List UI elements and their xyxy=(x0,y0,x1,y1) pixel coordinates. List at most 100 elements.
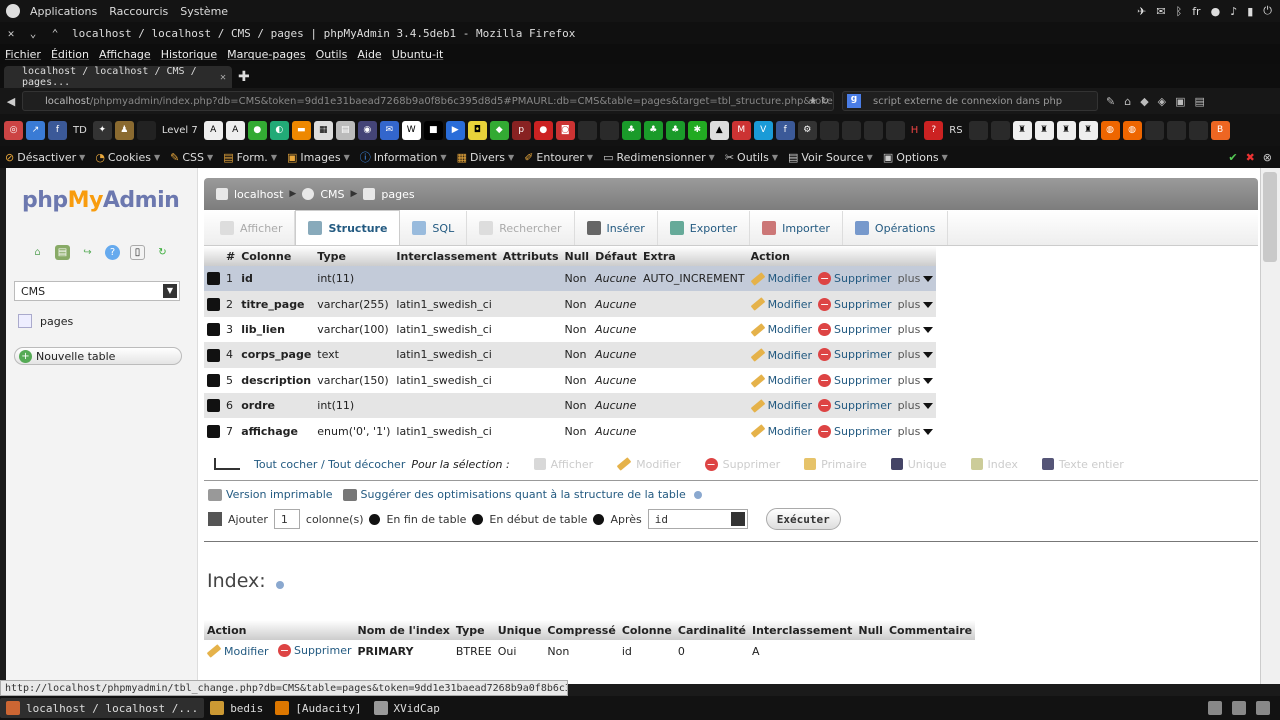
wd-images[interactable]: ▣ Images ▼ xyxy=(282,151,355,164)
table-link-pages[interactable]: pages xyxy=(18,314,73,328)
bookmark-h[interactable]: H xyxy=(908,125,922,136)
bookmark-icon[interactable] xyxy=(819,120,839,140)
tab-importer[interactable]: Importer xyxy=(750,211,843,245)
modify-link[interactable]: Modifier xyxy=(750,424,812,439)
microphone-icon[interactable]: ● xyxy=(1211,5,1221,18)
phpmyadmin-logo[interactable]: phpMyAdmin xyxy=(22,188,180,213)
help-icon[interactable] xyxy=(275,581,284,589)
breadcrumb-server[interactable]: localhost xyxy=(234,188,283,201)
wd-form[interactable]: ▤ Form. ▼ xyxy=(218,151,282,164)
chess-icon[interactable]: ♜ xyxy=(1034,120,1054,140)
execute-button[interactable]: Exécuter xyxy=(765,508,841,530)
more-dropdown[interactable]: plus xyxy=(898,323,934,336)
menu-applications[interactable]: Applications xyxy=(24,5,103,18)
bookmark-icon[interactable]: ● xyxy=(533,120,553,140)
radio-start-label[interactable]: En début de table xyxy=(489,513,587,526)
radio-end-of-table[interactable] xyxy=(369,513,381,525)
sel-texte-entier-button[interactable]: Texte entier xyxy=(1041,458,1124,471)
menu-outils[interactable]: Outils xyxy=(311,48,353,61)
menu-aide[interactable]: Aide xyxy=(352,48,386,61)
task-xvidcap[interactable]: XVidCap xyxy=(368,698,446,718)
highlighter-icon[interactable]: ✎ xyxy=(1106,95,1115,108)
wd-cookies[interactable]: ◔ Cookies ▼ xyxy=(90,151,165,164)
modify-link[interactable]: Modifier xyxy=(750,272,812,286)
menu-edition[interactable]: Édition xyxy=(46,48,94,61)
delete-link[interactable]: − Supprimer xyxy=(818,322,892,336)
row-checkbox[interactable] xyxy=(207,348,220,362)
wd-entourer[interactable]: ✐ Entourer ▼ xyxy=(519,151,598,164)
facebook-icon[interactable]: f xyxy=(48,120,67,140)
back-icon[interactable]: ◀ xyxy=(0,95,22,108)
network-icon[interactable]: ✈ xyxy=(1137,5,1146,18)
header-extra[interactable]: Extra xyxy=(639,246,748,266)
ubuntu-logo-icon[interactable] xyxy=(6,4,20,18)
wd-information[interactable]: ⓘ Information ▼ xyxy=(355,149,452,165)
addon3-icon[interactable]: ▣ xyxy=(1175,95,1185,108)
menu-systeme[interactable]: Système xyxy=(174,5,234,18)
maximize-icon[interactable]: ⌃ xyxy=(44,27,66,40)
menu-historique[interactable]: Historique xyxy=(156,48,222,61)
bookmark-icon[interactable] xyxy=(1166,120,1186,140)
bookmark-icon[interactable] xyxy=(968,120,988,140)
page-scrollbar-thumb[interactable] xyxy=(1263,172,1277,262)
clover-icon[interactable]: ♣ xyxy=(621,120,641,140)
help-icon[interactable] xyxy=(693,490,702,499)
exit-icon[interactable]: ↪ xyxy=(80,245,95,260)
bookmark-icon[interactable]: ◐ xyxy=(269,120,289,140)
table-row[interactable]: 4 corps_page text latin1_swedish_ci Non Aucun… xyxy=(204,342,937,368)
clover-icon[interactable]: ♣ xyxy=(665,120,685,140)
bookmark-icon[interactable]: ■ xyxy=(423,120,443,140)
wd-outils[interactable]: ✂ Outils ▼ xyxy=(720,151,783,164)
radio-after-label[interactable]: Après xyxy=(610,513,641,526)
new-tab-icon[interactable]: ✚ xyxy=(238,69,250,85)
tab-exporter[interactable]: Exporter xyxy=(658,211,751,245)
bookmark-icon[interactable]: ◆ xyxy=(489,120,509,140)
radio-end-label[interactable]: En fin de table xyxy=(386,513,466,526)
sel-primaire-button[interactable]: Primaire xyxy=(804,458,867,471)
bookmark-icon[interactable] xyxy=(1144,120,1164,140)
wd-voir-source[interactable]: ▤ Voir Source ▼ xyxy=(783,151,878,164)
bookmark-icon[interactable]: ♟ xyxy=(114,120,134,140)
bookmark-icon[interactable]: ◍ xyxy=(1100,120,1120,140)
table-row[interactable]: 1 id int(11) Non Aucune AUTO_INCREMENT Modifie… xyxy=(204,266,937,292)
search-bar[interactable]: g script externe de connexion dans php xyxy=(842,91,1098,111)
table-row[interactable]: 2 titre_page varchar(255) latin1_swedish_ci… xyxy=(204,291,937,317)
menu-affichage[interactable]: Affichage xyxy=(94,48,156,61)
bookmark-icon[interactable] xyxy=(577,120,597,140)
bookmark-icon[interactable] xyxy=(599,120,619,140)
menu-fichier[interactable]: Fichier xyxy=(0,48,46,61)
wd-divers[interactable]: ▦ Divers ▼ xyxy=(452,151,520,164)
tab-sql[interactable]: SQL xyxy=(400,211,468,245)
delete-link[interactable]: − Supprimer xyxy=(818,399,892,413)
close-tab-icon[interactable]: ✕ xyxy=(220,72,226,83)
more-dropdown[interactable]: plus xyxy=(898,425,934,438)
bookmark-icon[interactable]: ◍ xyxy=(1122,120,1142,140)
row-checkbox[interactable] xyxy=(207,272,220,286)
bookmark-icon[interactable]: ● xyxy=(247,120,267,140)
table-row[interactable]: 5 description varchar(150) latin1_swedish_c… xyxy=(204,367,937,393)
modify-link[interactable]: Modifier xyxy=(750,399,812,413)
radio-after[interactable] xyxy=(593,513,605,525)
bookmark-icon[interactable]: ▬ xyxy=(291,120,311,140)
tool-icon[interactable] xyxy=(1232,701,1246,715)
wd-desactiver[interactable]: ⊘ Désactiver ▼ xyxy=(0,151,90,164)
row-checkbox[interactable] xyxy=(207,399,220,413)
bookmark-icon[interactable]: ▤ xyxy=(335,120,355,140)
browser-tab[interactable]: localhost / localhost / CMS / pages... ✕ xyxy=(4,66,232,88)
tab-afficher[interactable]: Afficher xyxy=(208,211,296,245)
bookmark-icon[interactable] xyxy=(885,120,905,140)
header-colonne[interactable]: Colonne xyxy=(238,246,315,266)
bookmark-icon[interactable]: ✦ xyxy=(92,120,112,140)
header-interclassement[interactable]: Interclassement xyxy=(393,246,500,266)
bookmark-level7[interactable]: Level 7 xyxy=(159,125,201,136)
volume-icon[interactable]: ♪ xyxy=(1230,5,1237,18)
clover-icon[interactable]: ♣ xyxy=(643,120,663,140)
more-dropdown[interactable]: plus xyxy=(898,298,934,311)
gmail-icon[interactable]: M xyxy=(731,120,751,140)
bookmark-icon[interactable]: ◘ xyxy=(467,120,487,140)
tab-structure[interactable]: Structure xyxy=(295,210,401,245)
task-bedis[interactable]: bedis xyxy=(204,698,269,718)
delete-link[interactable]: − Supprimer xyxy=(818,373,892,387)
url-bar[interactable]: localhost/phpmyadmin/index.php?db=CMS&to… xyxy=(22,91,834,111)
bookmark-icon[interactable]: ▶ xyxy=(445,120,465,140)
